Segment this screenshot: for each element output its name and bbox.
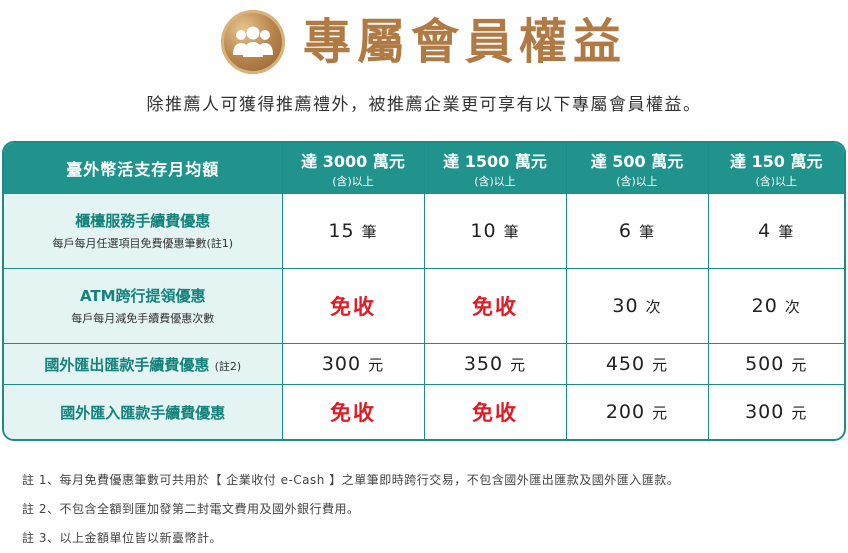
row-header: 櫃檯服務手續費優惠每戶每月任選項目免費優惠筆數(註1): [4, 193, 283, 269]
fee-waived-cell: 免收: [281, 384, 425, 439]
benefit-value: 免收: [330, 401, 376, 426]
benefit-unit: 筆: [639, 222, 656, 241]
row-header: ATM跨行提領優惠每戶每月減免手續費優惠次數: [4, 267, 283, 344]
benefit-unit: 元: [368, 356, 385, 374]
benefit-value: 20: [751, 294, 778, 317]
benefit-value-cell: 500 元: [707, 342, 844, 386]
footnote: 註 1、每月免費優惠筆數可共用於【 企業收付 e-Cash 】之單筆即時跨行交易…: [22, 473, 680, 487]
benefit-unit: 元: [652, 404, 669, 423]
benefit-unit: 筆: [361, 222, 378, 241]
benefit-value: 350: [463, 353, 504, 375]
members-group-glyph: [232, 26, 273, 57]
fee-waived-cell: 免收: [423, 267, 567, 344]
benefit-unit: 元: [510, 356, 527, 374]
benefit-unit: 元: [791, 404, 808, 423]
tier-amount: 達 150 萬元: [729, 151, 823, 171]
benefit-value-cell: 20 次: [707, 267, 844, 344]
benefit-description: 每戶每月任選項目免費優惠筆數(註1): [52, 237, 234, 251]
page-subtitle: 除推薦人可獲得推薦禮外，被推薦企業更可享有以下專屬會員權益。: [146, 95, 702, 115]
benefits-table-body: 櫃檯服務手續費優惠 每戶每月任選項目免費優惠筆數(註1) 15 筆 10 筆6 筆4 …: [4, 193, 844, 439]
fee-waived-cell: 免收: [423, 384, 567, 439]
benefit-value-cell: 300 元: [281, 342, 425, 386]
members-group-icon: [220, 10, 285, 74]
benefit-value: 200: [605, 401, 646, 424]
benefit-value-cell: 300 元: [707, 384, 844, 439]
benefit-title-text: 國外匯出匯款手續費優惠: [44, 355, 210, 374]
page-header: 專屬會員權益: [0, 2, 848, 82]
table-row: 國外匯出匯款手續費優惠 (註2) 300 元 350 元 450 元 500 元: [4, 342, 844, 386]
benefit-value: 免收: [472, 401, 518, 426]
tier-qualifier: (含)以上: [755, 174, 798, 188]
benefit-value-cell: 350 元: [423, 342, 567, 386]
benefit-unit: 元: [791, 356, 808, 374]
header-inner: 專屬會員權益: [220, 10, 627, 74]
benefit-title-text: ATM跨行提領優惠: [79, 287, 206, 306]
column-header-tier: 達 3000 萬元 (含)以上: [281, 143, 425, 194]
column-header-balance: 臺外幣活支存月均額: [4, 143, 283, 194]
benefit-value: 500: [745, 353, 785, 375]
table-row: 櫃檯服務手續費優惠 每戶每月任選項目免費優惠筆數(註1) 15 筆 10 筆6 筆4 …: [4, 193, 844, 269]
column-header-tier: 達 150 萬元 (含)以上: [707, 143, 844, 194]
row-header: 國外匯入匯款手續費優惠: [4, 384, 283, 439]
column-header-tier: 達 500 萬元 (含)以上: [565, 143, 709, 194]
benefits-table: 臺外幣活支存月均額 達 3000 萬元 (含)以上 達 1500 萬元 (含)以上 …: [4, 143, 844, 439]
benefit-unit: 次: [784, 297, 801, 316]
tier-qualifier: (含)以上: [616, 174, 658, 188]
benefit-value-cell: 15 筆: [281, 193, 425, 269]
benefit-title: ATM跨行提領優惠: [4, 285, 282, 306]
benefit-description: 每戶每月減免手續費優惠次數: [71, 312, 215, 326]
benefit-unit: 筆: [778, 222, 795, 241]
tier-amount: 達 500 萬元: [590, 151, 684, 171]
benefit-title-text: 國外匯入匯款手續費優惠: [60, 403, 226, 422]
benefit-value: 10: [470, 219, 497, 242]
benefit-value: 6: [618, 219, 633, 242]
row-header: 國外匯出匯款手續費優惠 (註2): [4, 342, 283, 386]
benefit-value: 300: [321, 353, 362, 375]
benefit-title: 國外匯出匯款手續費優惠 (註2): [4, 354, 282, 375]
benefit-value-cell: 4 筆: [707, 193, 844, 269]
tier-qualifier: (含)以上: [332, 174, 374, 188]
page-title: 專屬會員權益: [302, 14, 627, 70]
benefit-unit: 筆: [503, 222, 520, 241]
benefit-value: 15: [328, 219, 355, 242]
column-header-tier: 達 1500 萬元 (含)以上: [423, 143, 567, 194]
table-row: ATM跨行提領優惠 每戶每月減免手續費優惠次數 免收 免收 30 次 20 次: [4, 267, 844, 344]
footnote: 註 2、不包含全額到匯加發第二封電文費用及國外銀行費用。: [22, 502, 360, 516]
benefit-title: 櫃檯服務手續費優惠: [4, 210, 282, 231]
benefit-value: 300: [745, 401, 785, 424]
fee-waived-cell: 免收: [281, 267, 425, 344]
tier-amount: 達 1500 萬元: [443, 151, 547, 171]
benefit-title: 國外匯入匯款手續費優惠: [4, 402, 282, 423]
benefits-table-frame: 臺外幣活支存月均額 達 3000 萬元 (含)以上 達 1500 萬元 (含)以上 …: [2, 141, 846, 441]
benefit-value: 免收: [330, 294, 376, 319]
benefit-value: 4: [758, 219, 772, 242]
table-row: 國外匯入匯款手續費優惠 免收 免收 200 元 300 元: [4, 384, 844, 439]
benefit-value: 450: [605, 353, 646, 375]
footnotes: 註 1、每月免費優惠筆數可共用於【 企業收付 e-Cash 】之單筆即時跨行交易…: [22, 466, 679, 553]
benefit-unit: 元: [652, 356, 669, 374]
benefit-title-text: 櫃檯服務手續費優惠: [75, 212, 211, 231]
benefit-note: (註2): [214, 359, 242, 373]
table-header-row: 臺外幣活支存月均額 達 3000 萬元 (含)以上 達 1500 萬元 (含)以上 …: [4, 143, 844, 194]
tier-amount: 達 3000 萬元: [301, 151, 405, 171]
benefit-unit: 次: [645, 297, 662, 316]
benefit-value-cell: 30 次: [565, 267, 709, 344]
benefit-value-cell: 10 筆: [423, 193, 567, 269]
benefit-value: 30: [612, 294, 639, 317]
benefit-value-cell: 450 元: [565, 342, 709, 386]
benefit-value-cell: 200 元: [565, 384, 709, 439]
tier-qualifier: (含)以上: [474, 174, 516, 188]
footnote: 註 3、以上金額單位皆以新臺幣計。: [22, 531, 222, 545]
benefit-value-cell: 6 筆: [565, 193, 709, 269]
benefit-value: 免收: [472, 294, 518, 319]
